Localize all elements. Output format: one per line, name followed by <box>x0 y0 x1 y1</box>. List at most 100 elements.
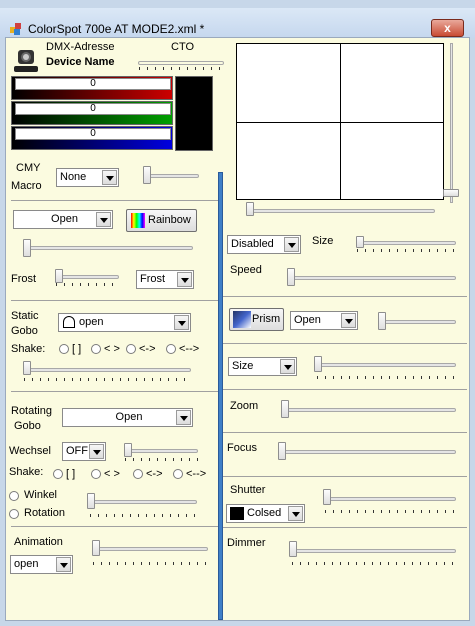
prism-slider[interactable] <box>378 320 456 324</box>
window: ColorSpot 700e AT MODE2.xml * x DMX-Adre… <box>0 0 475 626</box>
crosshair-h <box>237 122 443 123</box>
rot-shake-radio-3[interactable] <box>133 469 143 479</box>
rotation-radio[interactable] <box>9 509 19 519</box>
focus-label: Focus <box>227 442 257 454</box>
dimmer-slider[interactable] <box>291 549 456 553</box>
chevron-down-icon <box>102 170 117 185</box>
shake-label: Shake: <box>11 343 46 355</box>
wechsel-thumb[interactable] <box>124 443 132 457</box>
shake-label-2: Shake: <box>9 466 44 478</box>
chevron-down-icon <box>56 557 71 572</box>
size-label: Size <box>312 235 334 247</box>
cto-slider[interactable] <box>138 61 224 65</box>
vertical-splitter[interactable] <box>218 172 223 620</box>
rainbow-button[interactable]: Rainbow <box>126 209 197 232</box>
frost-ticks <box>56 283 120 286</box>
shutter-slider[interactable] <box>324 497 456 501</box>
chevron-down-icon <box>288 506 303 521</box>
rotation-thumb[interactable] <box>87 493 95 509</box>
divider <box>11 526 218 527</box>
pan-thumb[interactable] <box>246 202 254 216</box>
gobo-open-icon <box>63 316 75 328</box>
main-panel: DMX-Adresse Device Name CTO 0 0 0 CMY Ma… <box>5 37 470 621</box>
animation-select[interactable]: open <box>10 555 73 574</box>
rot-shake-radio-1[interactable] <box>53 469 63 479</box>
rotating-gobo-select[interactable]: Open <box>62 408 193 427</box>
animation-thumb[interactable] <box>92 540 100 556</box>
focus-thumb[interactable] <box>278 442 286 460</box>
zoom-slider[interactable] <box>282 408 456 412</box>
divider <box>223 389 467 390</box>
color-wheel-slider[interactable] <box>23 246 193 250</box>
prism-button[interactable]: Prism <box>229 308 284 331</box>
gobo-label: Gobo <box>11 325 38 337</box>
cto-label: CTO <box>171 41 195 53</box>
divider <box>223 343 467 344</box>
dimmer-ticks <box>292 562 457 565</box>
dimmer-thumb[interactable] <box>289 541 297 557</box>
dmx-label: DMX-Adresse <box>46 41 115 53</box>
cmy-slider-thumb[interactable] <box>143 166 151 184</box>
prism-select[interactable]: Open <box>290 311 358 330</box>
static-gobo-select[interactable]: open <box>58 313 191 332</box>
divider <box>11 200 218 201</box>
frost-select[interactable]: Frost <box>136 270 194 289</box>
shake-radio-1[interactable] <box>59 344 69 354</box>
color-wheel-select[interactable]: Open <box>13 210 113 229</box>
size-thumb[interactable] <box>356 236 364 248</box>
prism-thumb[interactable] <box>378 312 386 330</box>
pan-tilt-area[interactable] <box>236 43 444 200</box>
divider <box>11 300 218 301</box>
static-label: Static <box>11 310 39 322</box>
rotation-label: Rotation <box>24 507 65 519</box>
shutter-select[interactable]: Colsed <box>226 504 305 523</box>
shutter-thumb[interactable] <box>323 489 331 505</box>
shake-radio-2[interactable] <box>91 344 101 354</box>
tilt-slider[interactable] <box>450 43 453 203</box>
dimmer-label: Dimmer <box>227 537 266 549</box>
pan-slider[interactable] <box>249 209 435 213</box>
winkel-radio[interactable] <box>9 491 19 501</box>
frost-slider[interactable] <box>55 275 119 279</box>
focus-slider[interactable] <box>279 450 456 454</box>
divider <box>223 527 467 528</box>
shake-radio-4[interactable] <box>166 344 176 354</box>
blue-value[interactable]: 0 <box>15 128 171 140</box>
static-gobo-thumb[interactable] <box>23 361 31 375</box>
red-value[interactable]: 0 <box>15 78 171 90</box>
animation-label: Animation <box>14 536 63 548</box>
zoom-thumb[interactable] <box>281 400 289 418</box>
gobo-label-2: Gobo <box>14 420 41 432</box>
speed-slider[interactable] <box>288 276 456 280</box>
color-wheel-thumb[interactable] <box>23 239 31 257</box>
size-thumb-2[interactable] <box>314 356 322 372</box>
chevron-down-icon <box>176 410 191 425</box>
green-value[interactable]: 0 <box>15 103 171 115</box>
static-gobo-slider[interactable] <box>23 368 191 372</box>
speed-thumb[interactable] <box>287 268 295 286</box>
rot-shake-radio-2[interactable] <box>91 469 101 479</box>
wechsel-select[interactable]: OFF <box>62 442 106 461</box>
size-slider[interactable] <box>356 241 456 245</box>
wechsel-slider[interactable] <box>124 449 198 453</box>
chevron-down-icon <box>89 444 104 459</box>
app-icon <box>10 23 21 35</box>
shake-radio-3[interactable] <box>126 344 136 354</box>
close-button[interactable]: x <box>431 19 464 37</box>
window-title: ColorSpot 700e AT MODE2.xml * <box>28 22 205 36</box>
cmy-macro-select[interactable]: None <box>56 168 119 187</box>
rotation-slider[interactable] <box>89 500 197 504</box>
wechsel-label: Wechsel <box>9 445 51 457</box>
chevron-down-icon <box>174 315 189 330</box>
size-select[interactable]: Size <box>228 357 297 376</box>
size-slider-2[interactable] <box>316 363 456 367</box>
speed-mode-select[interactable]: Disabled <box>227 235 301 254</box>
frost-thumb[interactable] <box>55 269 63 283</box>
device-name: Device Name <box>46 56 115 68</box>
tilt-thumb[interactable] <box>443 189 459 197</box>
animation-ticks <box>93 562 209 565</box>
cmy-slider[interactable] <box>143 174 199 178</box>
rot-shake-radio-4[interactable] <box>173 469 183 479</box>
rainbow-icon <box>131 213 145 228</box>
animation-slider[interactable] <box>92 547 208 551</box>
